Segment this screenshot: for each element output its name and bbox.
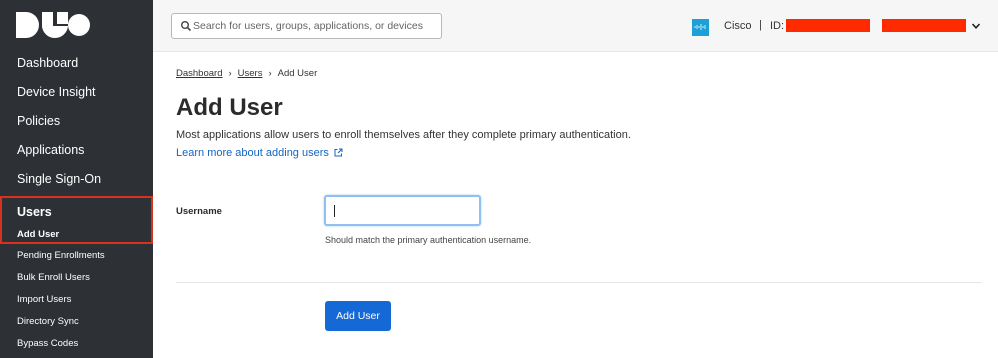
redacted-account-name xyxy=(882,19,966,32)
sidebar-subitem-bulk-enroll-users[interactable]: Bulk Enroll Users xyxy=(0,272,153,283)
username-field[interactable] xyxy=(324,195,481,226)
sidebar-item-dashboard[interactable]: Dashboard xyxy=(0,56,153,70)
username-input[interactable] xyxy=(330,202,475,219)
users-highlight-box: Users Add User xyxy=(0,196,153,244)
sidebar-item-single-sign-on[interactable]: Single Sign-On xyxy=(0,172,153,186)
search-input[interactable] xyxy=(193,17,433,35)
page-description: Most applications allow users to enroll … xyxy=(176,129,631,141)
sidebar-subitem-bypass-codes[interactable]: Bypass Codes xyxy=(0,338,153,349)
cisco-logo-icon xyxy=(692,19,709,36)
account-id-label: ID: xyxy=(770,20,785,32)
top-bar: Cisco | ID: xyxy=(153,0,998,52)
account-separator: | xyxy=(759,19,762,31)
chevron-right-icon: › xyxy=(228,68,232,79)
breadcrumb: Dashboard › Users › Add User xyxy=(176,68,317,79)
external-link-icon xyxy=(334,148,343,157)
sidebar-subitem-import-users[interactable]: Import Users xyxy=(0,294,153,305)
duo-logo[interactable] xyxy=(16,12,90,38)
sidebar-subitem-add-user[interactable]: Add User xyxy=(17,229,59,240)
sidebar-item-users[interactable]: Users xyxy=(17,205,52,219)
sidebar: Dashboard Device Insight Policies Applic… xyxy=(0,0,153,358)
username-hint: Should match the primary authentication … xyxy=(325,235,532,245)
search-icon xyxy=(181,21,192,32)
chevron-right-icon: › xyxy=(268,68,272,79)
divider xyxy=(176,282,982,283)
breadcrumb-dashboard[interactable]: Dashboard xyxy=(176,68,222,79)
breadcrumb-current: Add User xyxy=(277,68,318,79)
sidebar-subitem-pending-enrollments[interactable]: Pending Enrollments xyxy=(0,250,153,261)
page-title: Add User xyxy=(176,94,283,121)
sidebar-item-device-insight[interactable]: Device Insight xyxy=(0,85,153,99)
text-cursor xyxy=(334,205,335,217)
search-box[interactable] xyxy=(171,13,442,39)
redacted-account-id xyxy=(786,19,870,32)
learn-more-label: Learn more about adding users xyxy=(176,147,329,159)
sidebar-subitem-directory-sync[interactable]: Directory Sync xyxy=(0,316,153,327)
breadcrumb-users[interactable]: Users xyxy=(238,68,263,79)
chevron-down-icon[interactable] xyxy=(971,21,981,31)
learn-more-link[interactable]: Learn more about adding users xyxy=(176,147,343,159)
account-name[interactable]: Cisco xyxy=(724,20,752,32)
sidebar-item-applications[interactable]: Applications xyxy=(0,143,153,157)
add-user-button[interactable]: Add User xyxy=(325,301,391,331)
username-label: Username xyxy=(176,206,222,217)
sidebar-item-policies[interactable]: Policies xyxy=(0,114,153,128)
